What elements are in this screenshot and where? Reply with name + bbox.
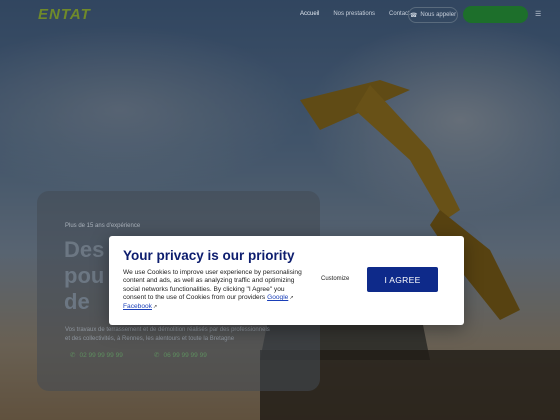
agree-button[interactable]: I AGREE xyxy=(367,267,438,292)
phone-icon: ✆ xyxy=(70,352,76,359)
facebook-link[interactable]: Facebook xyxy=(123,303,152,310)
main-nav: Accueil Nos prestations Contact xyxy=(300,11,410,17)
menu-icon[interactable]: ☰ xyxy=(535,10,543,18)
phone-number-1: 02 99 99 99 99 xyxy=(79,351,123,359)
cookie-modal-title: Your privacy is our priority xyxy=(123,248,295,263)
hero-description-line1: Vos travaux de terrassement et de démoli… xyxy=(65,327,270,333)
nav-item-services[interactable]: Nos prestations xyxy=(333,11,375,17)
logo-text: ENTAT xyxy=(38,6,91,23)
phone-link-2[interactable]: ✆ 06 99 99 99 99 xyxy=(154,351,207,360)
call-button-label: Nous appeler xyxy=(420,12,457,18)
hero-headline: Des pou de xyxy=(64,237,105,314)
call-button[interactable]: ☎ Nous appeler xyxy=(408,7,458,23)
external-link-icon: ↗ xyxy=(152,303,158,310)
site-logo[interactable]: ENTAT xyxy=(38,6,98,28)
cookie-modal-body: We use Cookies to improve user experienc… xyxy=(123,269,303,311)
cookie-consent-modal: Your privacy is our priority We use Cook… xyxy=(109,236,464,325)
quote-button[interactable] xyxy=(463,6,528,23)
hero-description-line2: et des collectivités, à Rennes, les alen… xyxy=(65,336,235,342)
external-link-icon: ↗ xyxy=(289,295,294,302)
nav-item-contact[interactable]: Contact xyxy=(389,11,410,17)
nav-item-home[interactable]: Accueil xyxy=(300,11,319,17)
phone-icon: ✆ xyxy=(154,352,160,359)
site-header: ENTAT Accueil Nos prestations Contact ☎ … xyxy=(0,0,560,30)
phone-link-1[interactable]: ✆ 02 99 99 99 99 xyxy=(70,351,123,360)
phone-icon: ☎ xyxy=(409,12,418,19)
google-link[interactable]: Google xyxy=(267,294,288,301)
hero-eyebrow: Plus de 15 ans d'expérience xyxy=(65,223,141,229)
customize-button[interactable]: Customize xyxy=(321,276,349,282)
hero-description: Vos travaux de terrassement et de démoli… xyxy=(65,326,295,344)
phone-number-2: 06 99 99 99 99 xyxy=(163,351,207,359)
